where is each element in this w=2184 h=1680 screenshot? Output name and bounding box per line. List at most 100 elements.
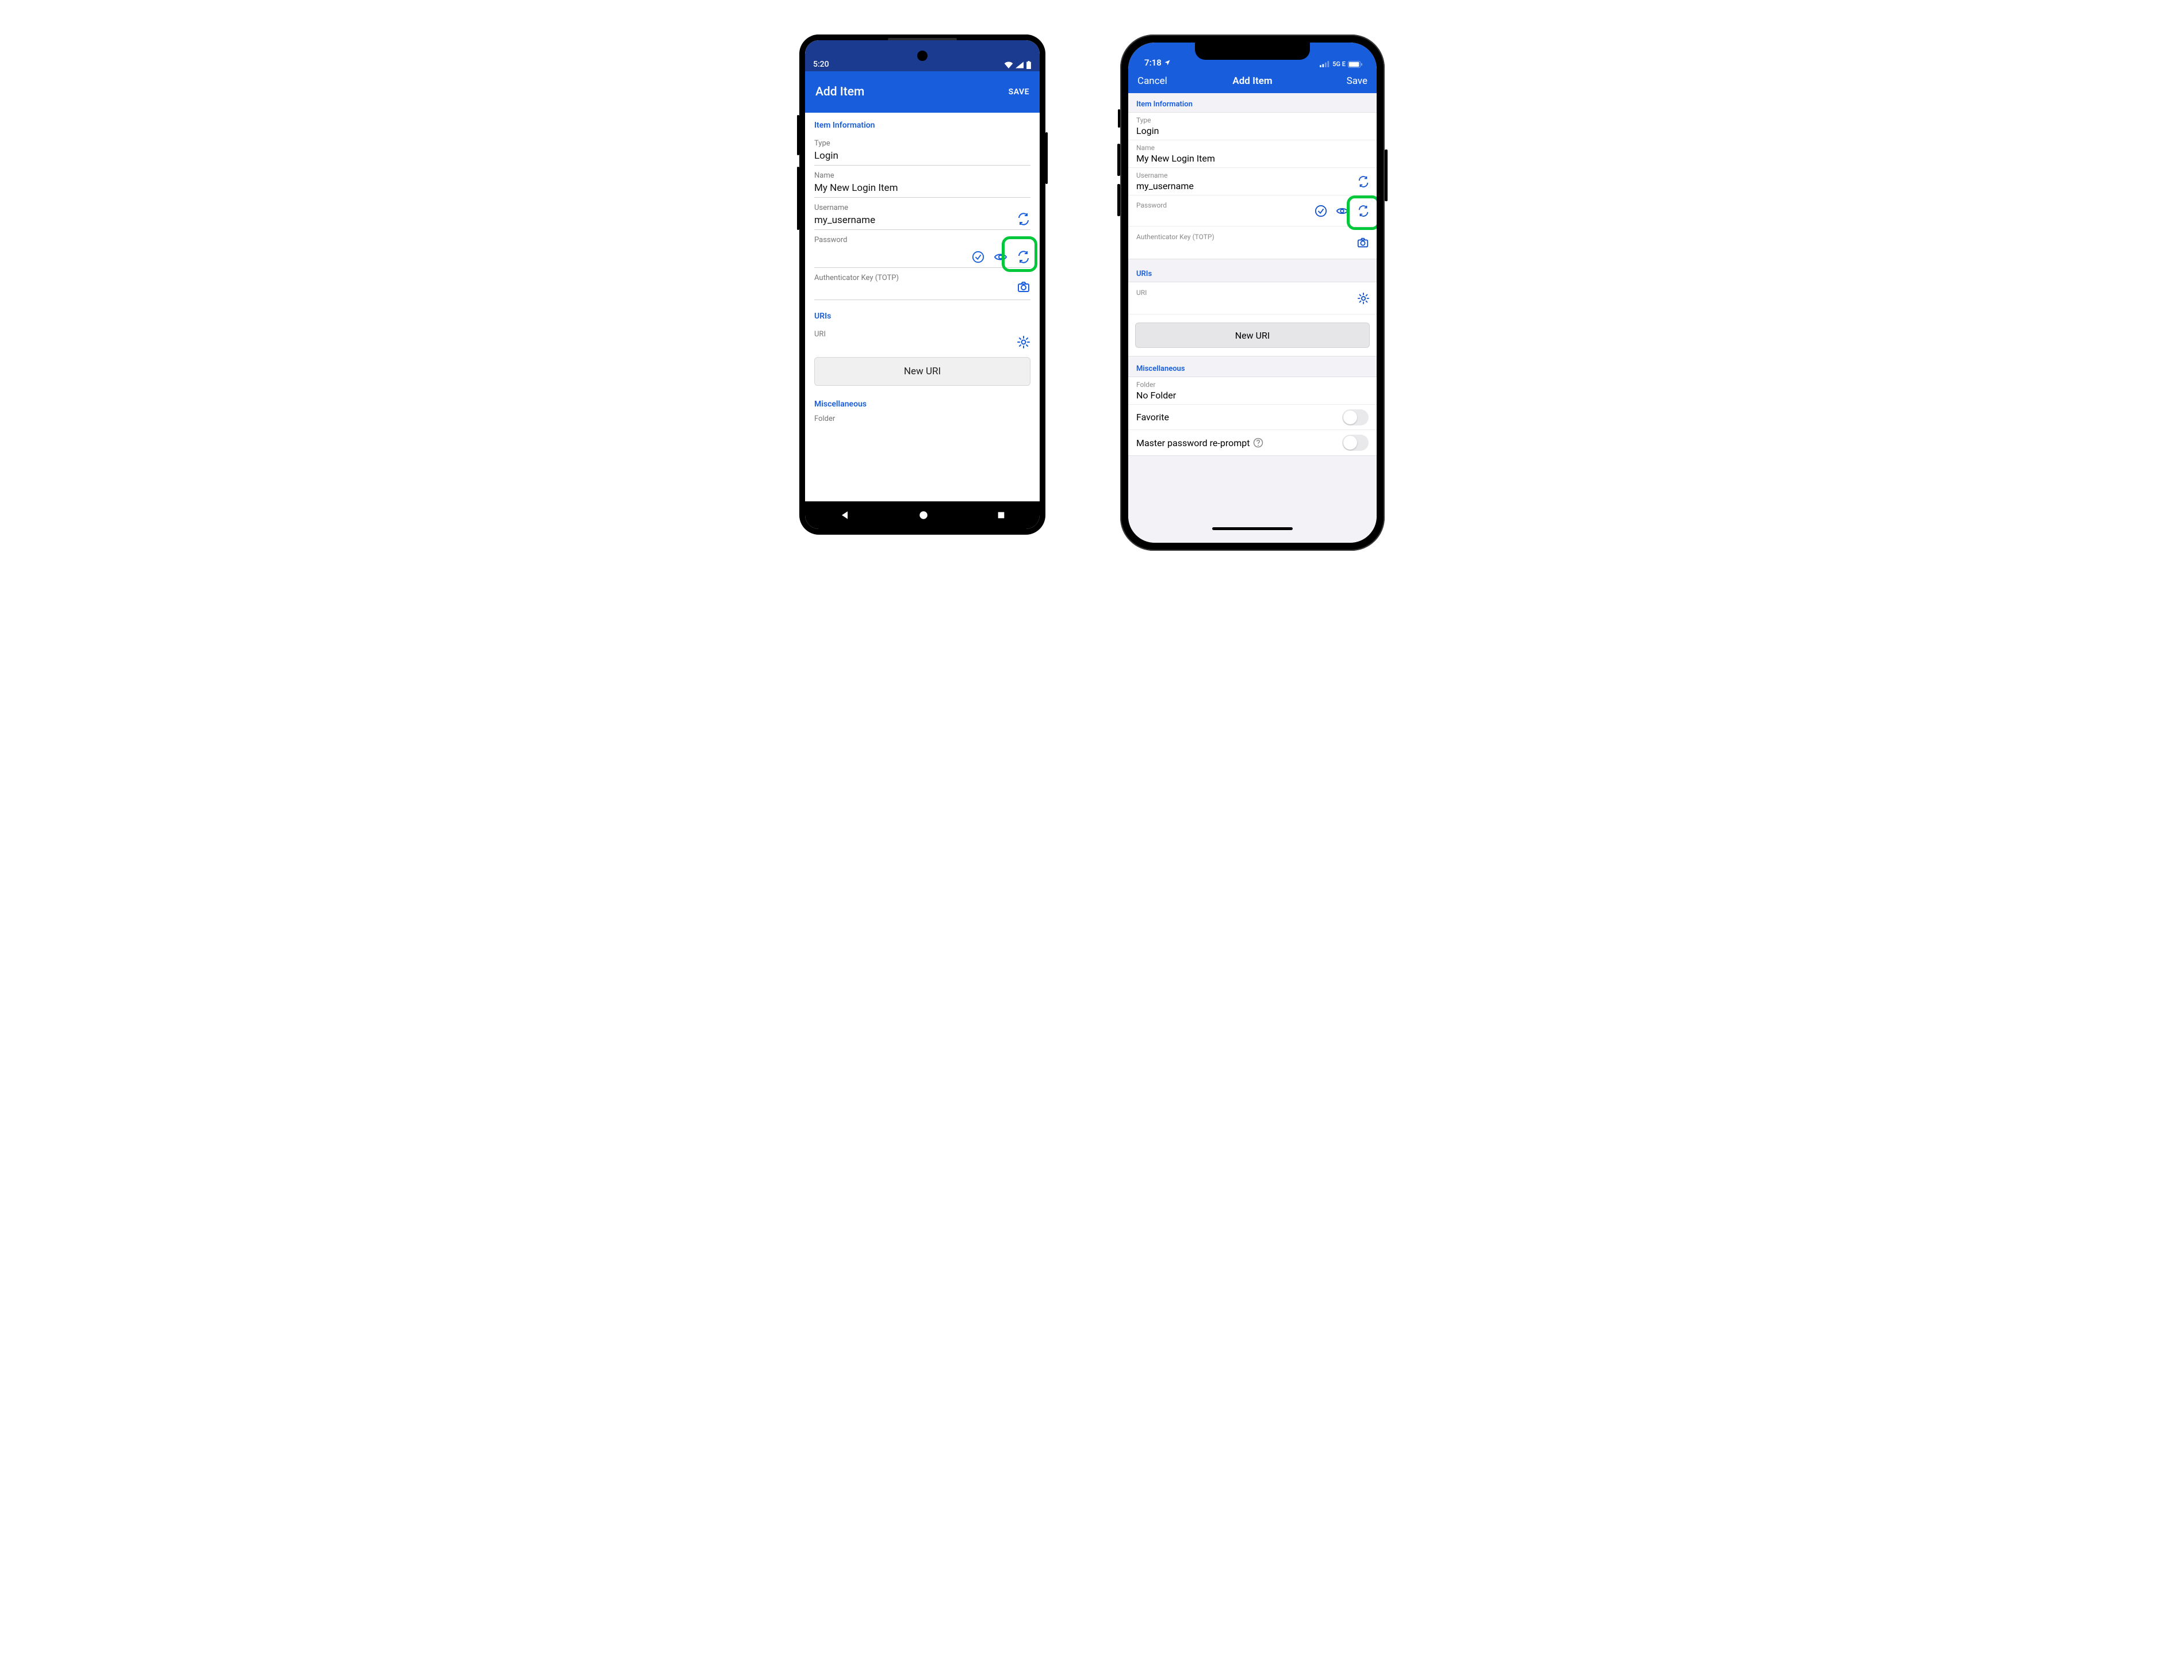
status-time: 5:20 bbox=[813, 60, 829, 69]
uri-settings-icon[interactable] bbox=[1357, 292, 1370, 305]
android-side-button bbox=[797, 115, 799, 155]
name-label: Name bbox=[814, 171, 1030, 180]
ios-volume-up bbox=[1117, 144, 1120, 176]
section-uris: URIs bbox=[1128, 259, 1377, 282]
android-content: Item Information Type Login Name My New … bbox=[805, 113, 1040, 501]
help-icon[interactable] bbox=[1253, 438, 1263, 448]
password-field[interactable]: Password bbox=[1128, 195, 1377, 227]
folder-value: No Folder bbox=[1136, 390, 1369, 401]
username-value: my_username bbox=[814, 214, 1030, 227]
android-device-frame: 5:20 Add Item SAVE Item Information Type… bbox=[799, 34, 1045, 535]
totp-field[interactable]: Authenticator Key (TOTP) bbox=[814, 268, 1030, 300]
android-camera-hole bbox=[917, 51, 928, 61]
uri-value bbox=[1136, 298, 1369, 308]
section-item-information: Item Information bbox=[1128, 93, 1377, 112]
type-label: Type bbox=[1136, 116, 1369, 124]
generate-username-icon[interactable] bbox=[1357, 175, 1370, 188]
generate-password-icon[interactable] bbox=[1357, 205, 1370, 217]
name-value: My New Login Item bbox=[814, 182, 1030, 195]
new-uri-label: New URI bbox=[904, 366, 941, 377]
type-value: Login bbox=[1136, 125, 1369, 136]
android-navbar bbox=[805, 501, 1040, 529]
new-uri-label: New URI bbox=[1235, 330, 1270, 341]
check-password-icon[interactable] bbox=[972, 251, 984, 263]
section-miscellaneous: Miscellaneous bbox=[1128, 356, 1377, 377]
type-label: Type bbox=[814, 139, 1030, 148]
username-field[interactable]: Username my_username bbox=[1128, 168, 1377, 195]
page-title: Add Item bbox=[1232, 75, 1272, 87]
save-button[interactable]: SAVE bbox=[1009, 87, 1029, 97]
android-side-button bbox=[1045, 132, 1048, 184]
camera-icon[interactable] bbox=[1356, 236, 1370, 249]
new-uri-button[interactable]: New URI bbox=[814, 357, 1030, 386]
uri-field[interactable]: URI bbox=[814, 324, 1030, 347]
uri-label: URI bbox=[814, 330, 1030, 339]
page-title: Add Item bbox=[815, 85, 864, 99]
battery-icon bbox=[1026, 61, 1032, 69]
favorite-toggle[interactable] bbox=[1342, 409, 1369, 425]
password-field[interactable]: Password bbox=[814, 230, 1030, 268]
ios-home-indicator[interactable] bbox=[1212, 527, 1293, 530]
reprompt-label: Master password re-prompt bbox=[1136, 438, 1250, 448]
miscellaneous-card: Folder No Folder Favorite Master passwor… bbox=[1128, 377, 1377, 456]
totp-field[interactable]: Authenticator Key (TOTP) bbox=[1128, 227, 1377, 259]
name-field[interactable]: Name My New Login Item bbox=[814, 166, 1030, 198]
cancel-button[interactable]: Cancel bbox=[1137, 75, 1172, 87]
totp-label: Authenticator Key (TOTP) bbox=[814, 274, 1030, 282]
favorite-field[interactable]: Favorite bbox=[1128, 405, 1377, 430]
network-label: 5G E bbox=[1332, 60, 1346, 68]
ios-notch bbox=[1195, 43, 1310, 60]
save-button[interactable]: Save bbox=[1333, 75, 1367, 87]
reprompt-toggle[interactable] bbox=[1342, 435, 1369, 451]
new-uri-button[interactable]: New URI bbox=[1135, 323, 1370, 348]
section-uris: URIs bbox=[814, 300, 1030, 324]
uris-card: URI New URI bbox=[1128, 282, 1377, 356]
nav-home-icon[interactable] bbox=[918, 510, 929, 520]
nav-recents-icon[interactable] bbox=[997, 511, 1006, 520]
username-value: my_username bbox=[1136, 181, 1369, 191]
camera-icon[interactable] bbox=[1017, 280, 1030, 294]
username-label: Username bbox=[814, 204, 1030, 212]
show-password-icon[interactable] bbox=[994, 250, 1007, 264]
uri-settings-icon[interactable] bbox=[1017, 335, 1030, 349]
section-item-information: Item Information bbox=[814, 113, 1030, 133]
username-label: Username bbox=[1136, 171, 1369, 179]
reprompt-field[interactable]: Master password re-prompt bbox=[1128, 430, 1377, 455]
totp-label: Authenticator Key (TOTP) bbox=[1136, 233, 1369, 241]
type-field[interactable]: Type Login bbox=[1128, 113, 1377, 140]
name-value: My New Login Item bbox=[1136, 153, 1369, 164]
show-password-icon[interactable] bbox=[1335, 205, 1349, 217]
android-side-button bbox=[797, 167, 799, 230]
ios-navbar: Cancel Add Item Save bbox=[1128, 69, 1377, 93]
type-value: Login bbox=[814, 150, 1030, 163]
item-information-card: Type Login Name My New Login Item Userna… bbox=[1128, 112, 1377, 259]
type-field[interactable]: Type Login bbox=[814, 133, 1030, 166]
folder-label: Folder bbox=[1136, 381, 1369, 389]
generate-username-icon[interactable] bbox=[1017, 212, 1030, 226]
folder-label: Folder bbox=[814, 412, 1030, 423]
folder-field[interactable]: Folder No Folder bbox=[1128, 377, 1377, 405]
name-label: Name bbox=[1136, 144, 1369, 152]
android-appbar: Add Item SAVE bbox=[805, 71, 1040, 113]
uri-label: URI bbox=[1136, 289, 1369, 297]
totp-value bbox=[1136, 242, 1369, 252]
ios-content: Item Information Type Login Name My New … bbox=[1128, 93, 1377, 543]
uri-field[interactable]: URI bbox=[1128, 282, 1377, 314]
ios-volume-down bbox=[1117, 184, 1120, 216]
favorite-label: Favorite bbox=[1136, 412, 1169, 423]
generate-password-icon[interactable] bbox=[1017, 250, 1030, 264]
wifi-icon bbox=[1004, 62, 1013, 68]
password-label: Password bbox=[814, 236, 1030, 244]
signal-icon bbox=[1016, 62, 1024, 68]
name-field[interactable]: Name My New Login Item bbox=[1128, 140, 1377, 168]
check-password-icon[interactable] bbox=[1315, 205, 1327, 217]
username-field[interactable]: Username my_username bbox=[814, 198, 1030, 230]
ios-power-button bbox=[1385, 149, 1388, 201]
location-icon bbox=[1164, 59, 1171, 66]
signal-icon bbox=[1320, 61, 1330, 67]
section-miscellaneous: Miscellaneous bbox=[814, 386, 1030, 412]
ios-mute-switch bbox=[1118, 109, 1120, 128]
status-time: 7:18 bbox=[1144, 57, 1162, 68]
nav-back-icon[interactable] bbox=[839, 509, 850, 521]
battery-icon bbox=[1348, 61, 1363, 68]
